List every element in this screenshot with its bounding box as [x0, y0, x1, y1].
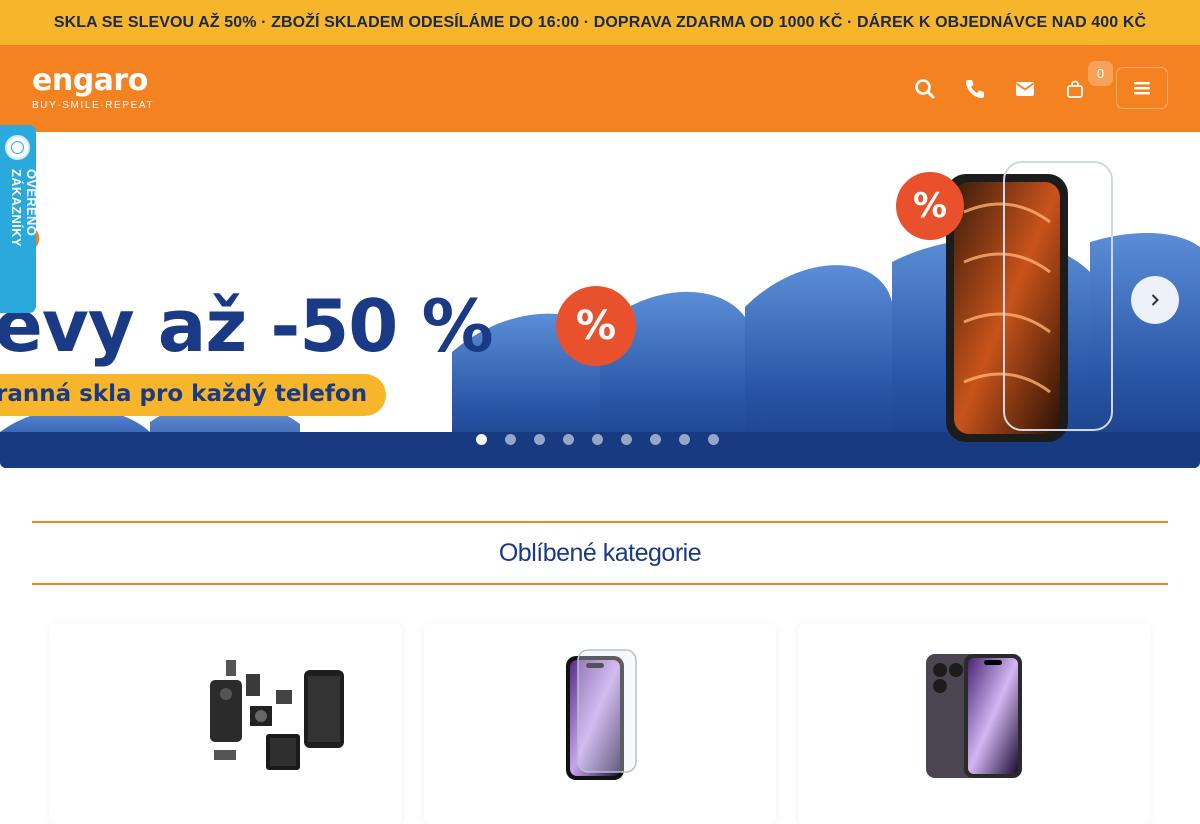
carousel-dot[interactable] — [563, 434, 574, 445]
menu-button[interactable] — [1116, 67, 1168, 109]
carousel-dot[interactable] — [592, 434, 603, 445]
hero-banner[interactable]: ro evy až -50 % ranná skla pro každý tel… — [0, 132, 1200, 468]
carousel-dot[interactable] — [505, 434, 516, 445]
verified-seal-icon — [5, 135, 30, 160]
carousel-dot[interactable] — [534, 434, 545, 445]
envelope-icon[interactable] — [1013, 77, 1037, 101]
announcement-text: SKLA SE SLEVOU AŽ 50% · ZBOŽÍ SKLADEM OD… — [53, 13, 1147, 31]
logo-text: engaro — [32, 63, 148, 98]
carousel-dot[interactable] — [650, 434, 661, 445]
protective-film-image — [926, 654, 1022, 778]
carousel-dot[interactable] — [679, 434, 690, 445]
percent-badge: % — [896, 172, 964, 240]
category-card[interactable] — [798, 624, 1150, 824]
logo-tagline: BUY·SMILE·REPEAT — [32, 100, 155, 111]
hero-headline: evy až -50 % — [0, 284, 494, 368]
hero-subheadline: ranná skla pro každý telefon — [0, 381, 368, 407]
section-header: Oblíbené kategorie — [32, 521, 1168, 585]
hamburger-menu-icon — [1134, 82, 1150, 95]
cart-count-badge: 0 — [1088, 61, 1113, 86]
category-card[interactable] — [50, 624, 402, 824]
section-title: Oblíbené kategorie — [498, 538, 702, 567]
carousel-dot[interactable] — [621, 434, 632, 445]
trust-badge-label: OVĚŘENO ZÁKAZNÍKY — [9, 169, 39, 247]
trust-badge-tab[interactable]: OVĚŘENO ZÁKAZNÍKY — [0, 125, 39, 313]
carousel-dot[interactable] — [476, 434, 487, 445]
carousel-next-button[interactable] — [1131, 276, 1179, 324]
glass-protector-image — [566, 649, 637, 780]
category-card[interactable] — [424, 624, 776, 824]
announcement-bar: SKLA SE SLEVOU AŽ 50% · ZBOŽÍ SKLADEM OD… — [0, 0, 1200, 45]
site-header: engaro BUY·SMILE·REPEAT 0 — [0, 45, 1200, 132]
shopping-bag-icon[interactable] — [1063, 77, 1087, 101]
logo[interactable]: engaro BUY·SMILE·REPEAT — [32, 63, 155, 112]
search-icon[interactable] — [913, 77, 937, 101]
percent-badge: % — [556, 286, 636, 366]
phone-icon[interactable] — [963, 77, 987, 101]
carousel-indicators — [476, 434, 719, 445]
phone-parts-image — [210, 660, 344, 770]
chevron-right-icon — [1151, 294, 1159, 306]
carousel-dot[interactable] — [708, 434, 719, 445]
